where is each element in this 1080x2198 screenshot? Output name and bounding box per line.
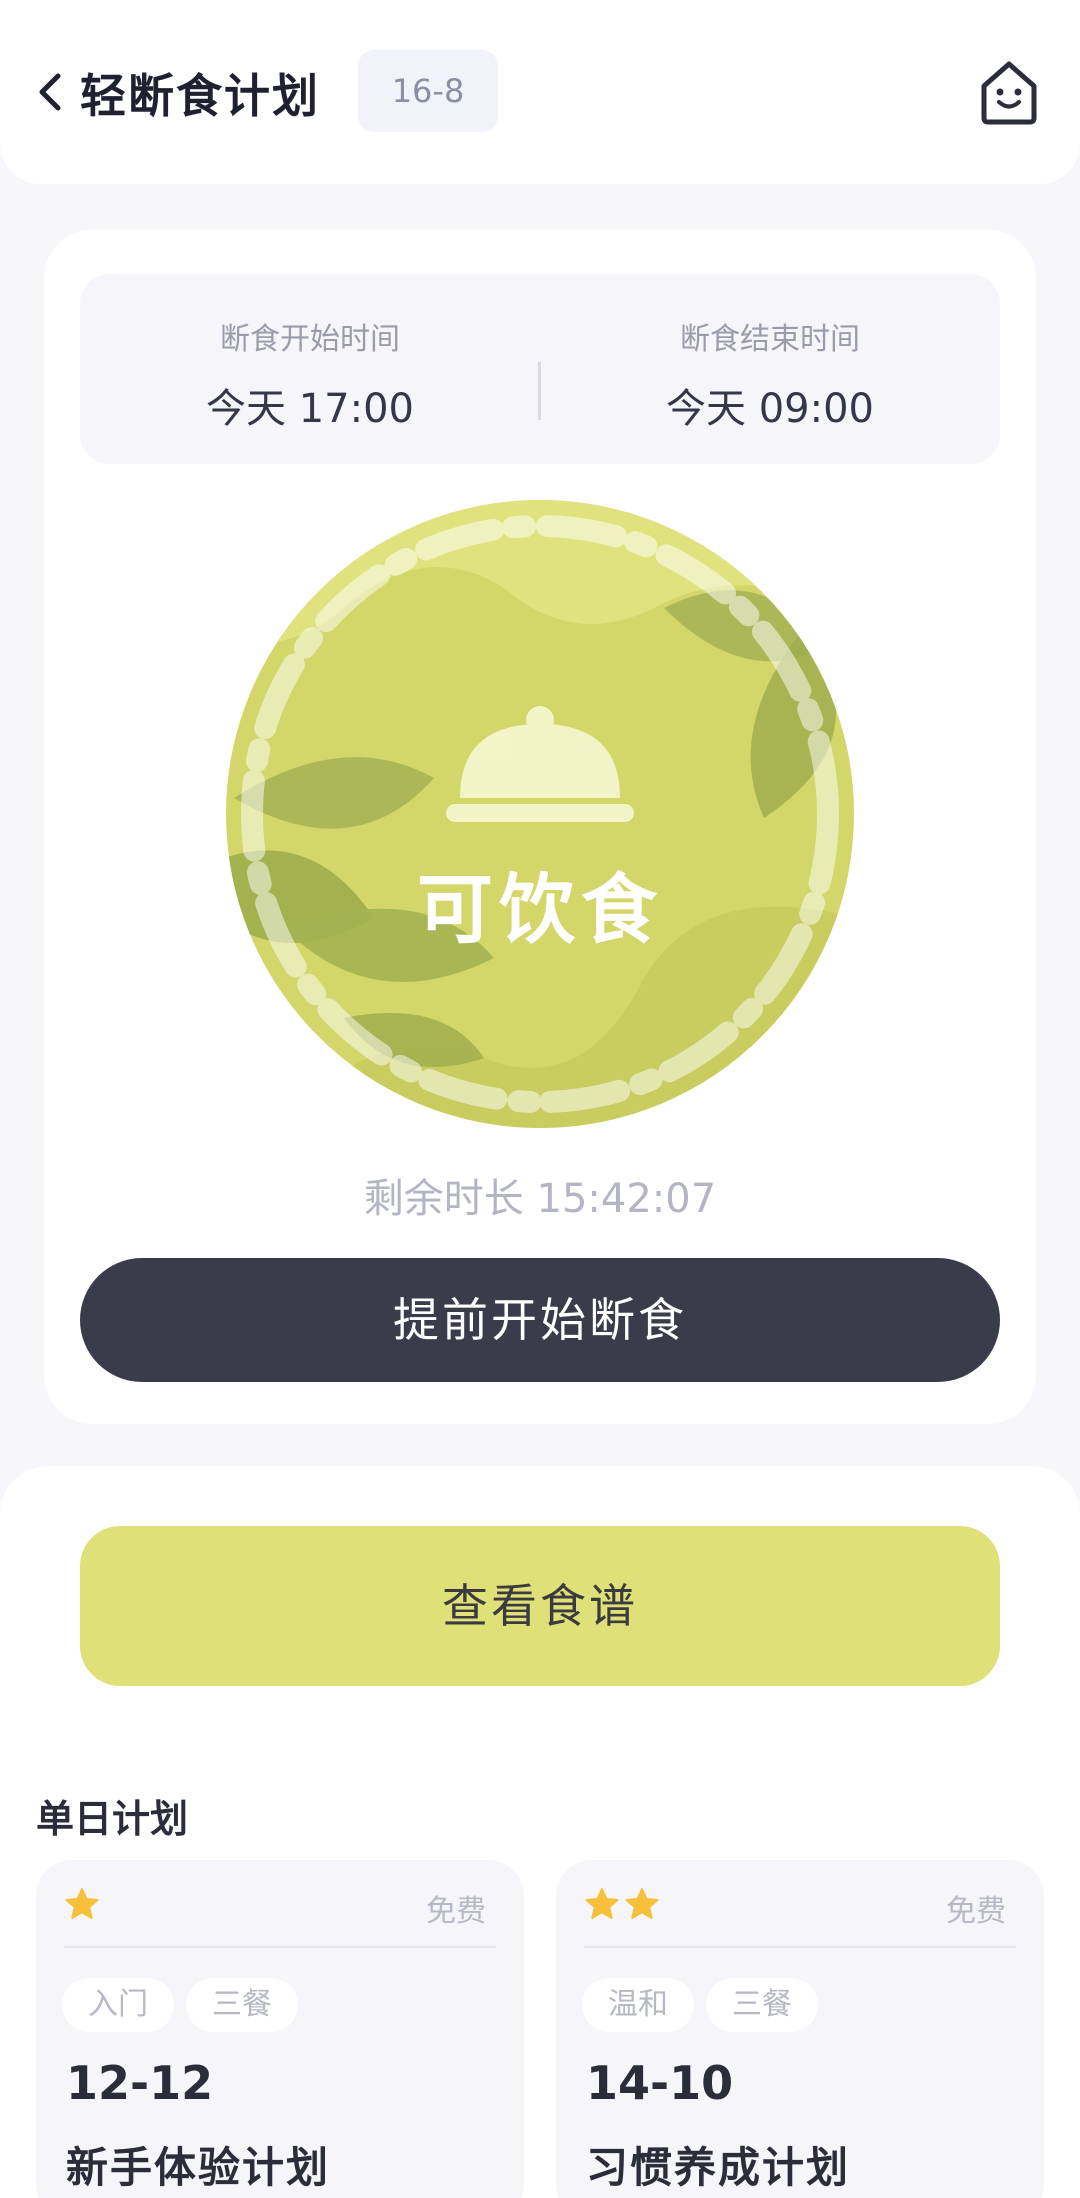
fasting-card: 断食开始时间 今天 17:00 断食结束时间 今天 09:00 可饮食 剩余时长… (44, 230, 1036, 1424)
plan-tags: 入门 三餐 (62, 1978, 298, 2032)
header: 轻断食计划 16-8 (0, 0, 1080, 184)
star-icon (625, 1888, 659, 1919)
plan-tags: 温和 三餐 (582, 1978, 818, 2032)
lower-section: 查看食谱 单日计划 免费 入门 三餐 12-12 新手体验计划 免费 温和 三餐… (0, 1466, 1080, 2198)
page-title: 轻断食计划 (80, 69, 320, 123)
card-divider (584, 1946, 1016, 1948)
difficulty-stars (64, 1886, 100, 1922)
plan-ratio: 14-10 (586, 2056, 734, 2110)
status-circle: 可饮食 (224, 498, 856, 1130)
back-button[interactable] (32, 70, 68, 114)
start-fasting-early-button[interactable]: 提前开始断食 (80, 1258, 1000, 1382)
fasting-time-box: 断食开始时间 今天 17:00 断食结束时间 今天 09:00 (80, 274, 1000, 464)
plan-name: 新手体验计划 (66, 2143, 331, 2192)
fasting-end[interactable]: 断食结束时间 今天 09:00 (540, 314, 1000, 434)
status-circle-illustration (226, 500, 854, 1128)
plan-tag: 温和 (582, 1978, 694, 2032)
fasting-start-label: 断食开始时间 (220, 322, 400, 357)
plan-card[interactable]: 免费 温和 三餐 14-10 习惯养成计划 (556, 1860, 1044, 2198)
star-icon (65, 1888, 99, 1919)
plan-ratio: 12-12 (66, 2056, 214, 2110)
smiley-house-icon[interactable] (976, 56, 1042, 126)
plan-tag: 三餐 (186, 1978, 298, 2032)
plan-price: 免费 (946, 1894, 1006, 1929)
app-page: 轻断食计划 16-8 断食开始时间 今天 17:00 断食结束时间 今天 09:… (0, 0, 1080, 2198)
fasting-start-value: 今天 17:00 (206, 386, 414, 432)
fasting-start[interactable]: 断食开始时间 今天 17:00 (80, 314, 540, 434)
fasting-end-label: 断食结束时间 (680, 322, 860, 357)
eating-status: 可饮食 (417, 865, 663, 954)
plan-tag: 三餐 (706, 1978, 818, 2032)
plan-card[interactable]: 免费 入门 三餐 12-12 新手体验计划 (36, 1860, 524, 2198)
plan-name: 习惯养成计划 (586, 2143, 851, 2192)
fasting-end-value: 今天 09:00 (666, 386, 874, 432)
difficulty-stars (584, 1886, 660, 1922)
plan-badge[interactable]: 16-8 (358, 50, 498, 132)
view-recipes-button[interactable]: 查看食谱 (80, 1526, 1000, 1686)
daily-plans-title: 单日计划 (36, 1797, 189, 1841)
star-icon (585, 1888, 619, 1919)
plan-price: 免费 (426, 1894, 486, 1929)
plan-tag: 入门 (62, 1978, 174, 2032)
remaining-time: 剩余时长 15:42:07 (363, 1176, 717, 1222)
card-divider (64, 1946, 496, 1948)
